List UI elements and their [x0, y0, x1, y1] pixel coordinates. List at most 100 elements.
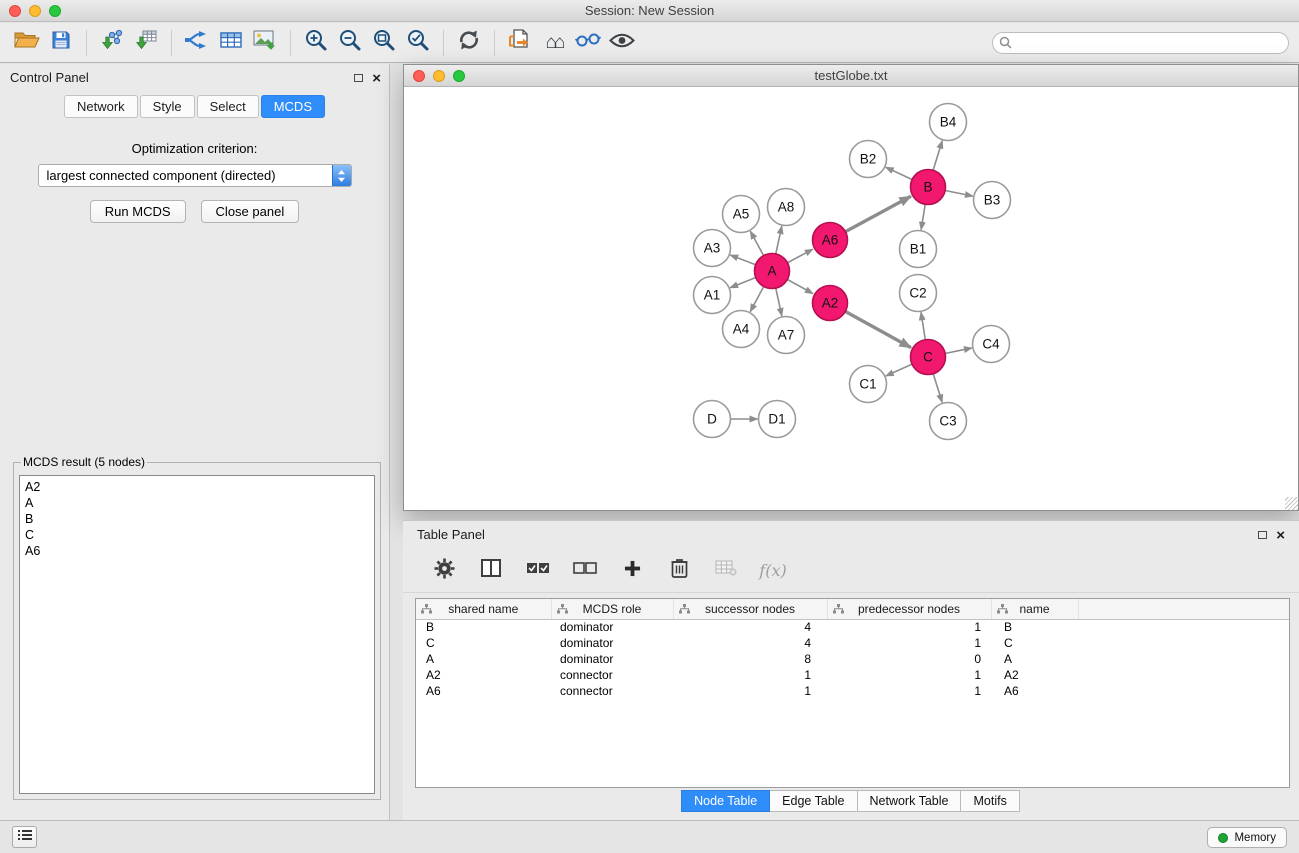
trash-icon — [671, 558, 688, 583]
table-row[interactable]: Adominator80A — [416, 651, 1289, 667]
control-panel: Control Panel × NetworkStyleSelectMCDS O… — [0, 64, 390, 820]
tab-network[interactable]: Network — [64, 95, 138, 118]
close-panel-button[interactable]: Close panel — [201, 200, 300, 223]
delete-table-button[interactable] — [713, 560, 739, 581]
graph-node-a3[interactable]: A3 — [694, 230, 731, 267]
node-table-header-row: shared nameMCDS rolesuccessor nodesprede… — [416, 599, 1289, 619]
float-panel-icon[interactable] — [354, 74, 363, 82]
graph-node-a6[interactable]: A6 — [813, 223, 848, 258]
mcds-result-item[interactable]: C — [25, 527, 369, 543]
mcds-result-list[interactable]: A2ABCA6 — [19, 475, 375, 794]
table-row[interactable]: A2connector11A2 — [416, 667, 1289, 683]
graph-node-c1[interactable]: C1 — [850, 366, 887, 403]
select-all-button[interactable] — [525, 561, 551, 580]
deselect-all-button[interactable] — [572, 561, 598, 580]
unchecked-boxes-icon — [573, 561, 597, 580]
mcds-result-item[interactable]: A2 — [25, 479, 369, 495]
zoom-selected-button[interactable] — [401, 27, 435, 59]
graph-node-b3[interactable]: B3 — [974, 182, 1011, 219]
zoom-out-button[interactable] — [333, 27, 367, 59]
show-hide-button[interactable] — [605, 27, 639, 59]
tab-node-table[interactable]: Node Table — [681, 790, 770, 812]
tab-edge-table[interactable]: Edge Table — [769, 790, 857, 812]
mcds-result-item[interactable]: A — [25, 495, 369, 511]
close-window-button[interactable] — [9, 5, 21, 17]
network-graph[interactable]: B4 B2 B B3 A8A5 A6 A3 B1 A C2 A1 A2 A4A7 C4 C C1 C3 D D1 — [404, 88, 1298, 510]
graph-node-c4[interactable]: C4 — [973, 326, 1010, 363]
svg-text:C1: C1 — [859, 377, 876, 392]
import-table-button[interactable] — [129, 27, 163, 59]
zoom-window-button[interactable] — [49, 5, 61, 17]
zoom-fit-button[interactable] — [367, 27, 401, 59]
column-header-successor-nodes[interactable]: successor nodes — [673, 599, 827, 619]
app-titlebar: Session: New Session — [0, 0, 1299, 22]
tab-style[interactable]: Style — [140, 95, 195, 118]
graph-node-a1[interactable]: A1 — [694, 277, 731, 314]
table-row[interactable]: A6connector11A6 — [416, 683, 1289, 699]
table-settings-button[interactable] — [431, 558, 457, 584]
clone-network-button[interactable] — [180, 27, 214, 59]
tab-network-table[interactable]: Network Table — [857, 790, 962, 812]
memory-button[interactable]: Memory — [1207, 827, 1287, 848]
dropdown-stepper-icon[interactable] — [332, 165, 351, 186]
minimize-window-button[interactable] — [29, 5, 41, 17]
graph-node-c3[interactable]: C3 — [930, 403, 967, 440]
graph-node-c2[interactable]: C2 — [900, 275, 937, 312]
table-row[interactable]: Bdominator41B — [416, 619, 1289, 635]
column-header-shared-name[interactable]: shared name — [416, 599, 551, 619]
level-of-detail-button[interactable] — [571, 27, 605, 59]
function-builder-button[interactable]: f(x) — [760, 561, 786, 580]
graph-node-a[interactable]: A — [755, 254, 790, 289]
graph-node-b2[interactable]: B2 — [850, 141, 887, 178]
graph-node-b1[interactable]: B1 — [900, 231, 937, 268]
graph-node-b4[interactable]: B4 — [930, 104, 967, 141]
table-icon — [220, 31, 242, 54]
network-window: testGlobe.txt B4B2BB3A8A5A6A3B1AC2A1A2A4… — [403, 64, 1299, 511]
graph-node-d[interactable]: D — [694, 401, 731, 438]
graph-node-a4[interactable]: A4 — [723, 311, 760, 348]
tab-mcds[interactable]: MCDS — [261, 95, 325, 118]
export-image-button[interactable] — [248, 27, 282, 59]
svg-text:A1: A1 — [704, 288, 721, 303]
column-header-mcds-role[interactable]: MCDS role — [551, 599, 673, 619]
minimize-network-window-button[interactable] — [433, 70, 445, 82]
search-input[interactable] — [992, 32, 1289, 54]
overview-button[interactable]: ⌂⌂ — [537, 27, 571, 59]
table-toolbar: f(x) — [403, 549, 1299, 593]
mcds-result-item[interactable]: B — [25, 511, 369, 527]
delete-column-button[interactable] — [666, 558, 692, 583]
close-network-window-button[interactable] — [413, 70, 425, 82]
graph-node-b[interactable]: B — [911, 170, 946, 205]
column-header-predecessor-nodes[interactable]: predecessor nodes — [827, 599, 991, 619]
column-header-name[interactable]: name — [991, 599, 1078, 619]
graph-node-d1[interactable]: D1 — [759, 401, 796, 438]
zoom-in-button[interactable] — [299, 27, 333, 59]
refresh-view-button[interactable] — [452, 27, 486, 59]
run-mcds-button[interactable]: Run MCDS — [90, 200, 186, 223]
resize-grip[interactable] — [1285, 497, 1298, 510]
zoom-network-window-button[interactable] — [453, 70, 465, 82]
tab-motifs[interactable]: Motifs — [960, 790, 1019, 812]
svg-text:D: D — [707, 412, 717, 427]
new-table-button[interactable] — [214, 27, 248, 59]
tab-select[interactable]: Select — [197, 95, 259, 118]
graph-node-c[interactable]: C — [911, 340, 946, 375]
save-session-button[interactable] — [44, 27, 78, 59]
network-canvas[interactable]: B4 B2 B B3 A8A5 A6 A3 B1 A C2 A1 A2 A4A7 C4 C C1 C3 D D1 — [404, 88, 1298, 510]
task-history-button[interactable] — [12, 826, 37, 848]
add-column-button[interactable] — [619, 560, 645, 582]
mcds-result-item[interactable]: A6 — [25, 543, 369, 559]
import-network-button[interactable] — [95, 27, 129, 59]
graph-node-a5[interactable]: A5 — [723, 196, 760, 233]
graph-node-a2[interactable]: A2 — [813, 286, 848, 321]
table-row[interactable]: Cdominator41C — [416, 635, 1289, 651]
float-table-panel-icon[interactable] — [1258, 531, 1267, 539]
show-columns-button[interactable] — [478, 559, 504, 582]
optimization-criterion-dropdown[interactable]: largest connected component (directed) — [38, 164, 352, 187]
paste-document-button[interactable] — [503, 27, 537, 59]
graph-node-a8[interactable]: A8 — [768, 189, 805, 226]
graph-node-a7[interactable]: A7 — [768, 317, 805, 354]
open-session-button[interactable] — [10, 27, 44, 59]
close-table-panel-icon[interactable]: × — [1276, 528, 1285, 543]
close-panel-icon[interactable]: × — [372, 71, 381, 86]
